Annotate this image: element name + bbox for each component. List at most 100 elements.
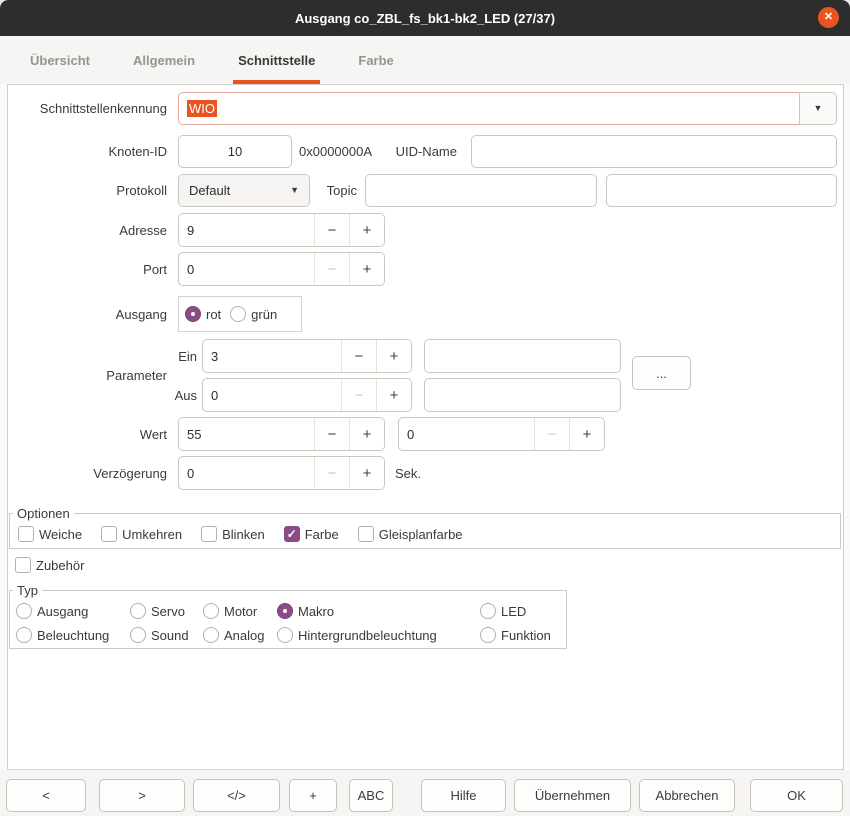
ok-button[interactable]: OK xyxy=(750,779,843,812)
abbrechen-button[interactable]: Abbrechen xyxy=(639,779,735,812)
parameter-aus-spinbutton[interactable]: 0 − + xyxy=(202,378,412,412)
knoten-id-label: Knoten-ID xyxy=(8,135,167,168)
radio-label: Beleuchtung xyxy=(37,628,109,643)
hilfe-button[interactable]: Hilfe xyxy=(421,779,506,812)
verzoegerung-spinbutton[interactable]: 0 − + xyxy=(178,456,385,490)
code-button[interactable]: </> xyxy=(193,779,280,812)
checkbox-gleisplanfarbe[interactable]: Gleisplanfarbe xyxy=(358,526,463,542)
close-button[interactable]: ✕ xyxy=(818,7,839,28)
radio-label: LED xyxy=(501,604,526,619)
wert-1-increment-button[interactable]: + xyxy=(349,418,384,450)
wert-spinbutton-2[interactable]: 0 − + xyxy=(398,417,605,451)
parameter-aus-increment-button[interactable]: + xyxy=(376,379,411,411)
protokoll-value: Default xyxy=(189,183,230,198)
tab-uebersicht[interactable]: Übersicht xyxy=(25,36,95,84)
uebernehmen-button[interactable]: Übernehmen xyxy=(514,779,631,812)
radio-makro[interactable]: Makro xyxy=(277,603,480,619)
parameter-ein-text-input[interactable] xyxy=(424,339,621,373)
radio-gruen[interactable]: grün xyxy=(230,306,277,322)
parameter-more-button[interactable]: ... xyxy=(632,356,691,390)
verzoegerung-decrement-button[interactable]: − xyxy=(314,457,349,489)
port-label: Port xyxy=(8,252,167,286)
radio-rot[interactable]: rot xyxy=(185,306,221,322)
checkbox-umkehren[interactable]: Umkehren xyxy=(101,526,182,542)
abc-button[interactable]: ABC xyxy=(349,779,393,812)
next-button[interactable]: > xyxy=(99,779,185,812)
radio-analog[interactable]: Analog xyxy=(203,627,277,643)
knoten-id-input[interactable]: 10 xyxy=(178,135,292,168)
radio-icon xyxy=(16,627,32,643)
radio-ausgang[interactable]: Ausgang xyxy=(16,603,130,619)
checkbox-icon xyxy=(358,526,374,542)
radio-icon xyxy=(203,603,219,619)
wert-value-1[interactable]: 55 xyxy=(179,418,314,450)
wert-value-2[interactable]: 0 xyxy=(399,418,534,450)
wert-spinbutton-1[interactable]: 55 − + xyxy=(178,417,385,451)
tab-bar: Übersicht Allgemein Schnittstelle Farbe xyxy=(0,36,850,84)
wert-1-decrement-button[interactable]: − xyxy=(314,418,349,450)
radio-icon xyxy=(16,603,32,619)
uid-name-input[interactable] xyxy=(471,135,837,168)
checkbox-blinken[interactable]: Blinken xyxy=(201,526,265,542)
schnittstellenkennung-dropdown-button[interactable]: ▼ xyxy=(799,92,837,125)
radio-motor[interactable]: Motor xyxy=(203,603,277,619)
parameter-aus-text-input[interactable] xyxy=(424,378,621,412)
checkbox-icon xyxy=(15,557,31,573)
ausgang-label: Ausgang xyxy=(8,296,167,332)
schnittstellenkennung-input[interactable]: WIO xyxy=(178,92,800,125)
parameter-ein-value[interactable]: 3 xyxy=(203,340,341,372)
parameter-aus-decrement-button[interactable]: − xyxy=(341,379,376,411)
adresse-increment-button[interactable]: + xyxy=(349,214,384,246)
topic-input[interactable] xyxy=(365,174,597,207)
radio-servo[interactable]: Servo xyxy=(130,603,203,619)
optionen-checkbox-row: Weiche Umkehren Blinken ✓ Farbe Gleispla… xyxy=(18,526,463,542)
plus-icon: + xyxy=(363,222,372,239)
checkbox-farbe[interactable]: ✓ Farbe xyxy=(284,526,339,542)
parameter-ein-decrement-button[interactable]: − xyxy=(341,340,376,372)
tab-farbe[interactable]: Farbe xyxy=(353,36,398,84)
verzoegerung-value[interactable]: 0 xyxy=(179,457,314,489)
protokoll-label: Protokoll xyxy=(8,174,167,207)
radio-led[interactable]: LED xyxy=(480,603,551,619)
minus-icon: − xyxy=(328,222,337,239)
plus-icon: + xyxy=(363,426,372,443)
port-decrement-button[interactable]: − xyxy=(314,253,349,285)
verzoegerung-increment-button[interactable]: + xyxy=(349,457,384,489)
typ-radio-grid: Ausgang Servo Motor Makro LED Beleuchtun… xyxy=(16,603,551,643)
radio-label: Ausgang xyxy=(37,604,88,619)
titlebar[interactable]: Ausgang co_ZBL_fs_bk1-bk2_LED (27/37) ✕ xyxy=(0,0,850,36)
wert-2-increment-button[interactable]: + xyxy=(569,418,604,450)
topic-extra-input[interactable] xyxy=(606,174,837,207)
adresse-decrement-button[interactable]: − xyxy=(314,214,349,246)
minus-icon: − xyxy=(328,465,337,482)
uid-name-label: UID-Name xyxy=(380,135,457,168)
add-button[interactable]: + xyxy=(289,779,337,812)
radio-label: Servo xyxy=(151,604,185,619)
radio-sound[interactable]: Sound xyxy=(130,627,203,643)
adresse-spinbutton[interactable]: 9 − + xyxy=(178,213,385,247)
schnittstellenkennung-label: Schnittstellenkennung xyxy=(8,92,167,125)
radio-beleuchtung[interactable]: Beleuchtung xyxy=(16,627,130,643)
port-spinbutton[interactable]: 0 − + xyxy=(178,252,385,286)
prev-button[interactable]: < xyxy=(6,779,86,812)
chevron-down-icon: ▼ xyxy=(814,104,823,113)
port-value[interactable]: 0 xyxy=(179,253,314,285)
checkbox-weiche[interactable]: Weiche xyxy=(18,526,82,542)
checkbox-zubehoer[interactable]: Zubehör xyxy=(15,557,84,573)
radio-funktion[interactable]: Funktion xyxy=(480,627,551,643)
checkbox-label: Zubehör xyxy=(36,558,84,573)
radio-hintergrundbeleuchtung[interactable]: Hintergrundbeleuchtung xyxy=(277,627,480,643)
checkbox-icon xyxy=(101,526,117,542)
adresse-value[interactable]: 9 xyxy=(179,214,314,246)
parameter-ein-spinbutton[interactable]: 3 − + xyxy=(202,339,412,373)
wert-label: Wert xyxy=(8,417,167,451)
protokoll-dropdown[interactable]: Default ▼ xyxy=(178,174,310,207)
radio-icon xyxy=(480,603,496,619)
wert-2-decrement-button[interactable]: − xyxy=(534,418,569,450)
parameter-aus-value[interactable]: 0 xyxy=(203,379,341,411)
tab-allgemein[interactable]: Allgemein xyxy=(128,36,200,84)
port-increment-button[interactable]: + xyxy=(349,253,384,285)
parameter-ein-increment-button[interactable]: + xyxy=(376,340,411,372)
minus-icon: − xyxy=(548,426,557,443)
tab-schnittstelle[interactable]: Schnittstelle xyxy=(233,36,320,84)
